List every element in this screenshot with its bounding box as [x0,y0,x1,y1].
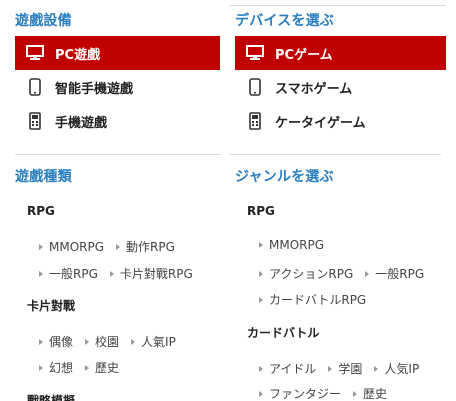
tag-idol[interactable]: アイドル [259,360,316,377]
tag-label: 幻想 [49,361,74,375]
tag-row: 一般RPG 卡片對戰RPG [39,265,205,282]
caret-icon [328,365,333,372]
device-label: PC遊戲 [55,47,101,63]
tag-label: カードバトルRPG [269,293,367,307]
device-item-feature-phone[interactable]: 手機遊戲 [15,104,220,138]
smartphone-icon [241,78,269,96]
caret-icon [353,390,358,397]
caret-icon [374,365,379,372]
tag-general-rpg[interactable]: 一般RPG [39,265,98,282]
category-card-battle[interactable]: カードバトル [247,324,319,341]
caret-icon [109,270,114,277]
tag-action-rpg[interactable]: アクションRPG [259,265,353,282]
feature-phone-icon [241,112,269,130]
device-label: PCゲーム [275,47,333,63]
tag-card-battle-rpg[interactable]: カードバトルRPG [259,291,366,308]
section-divider [230,154,441,155]
monitor-icon [241,45,269,61]
tag-row: MMORPG [259,238,336,252]
tag-label: 偶像 [49,335,74,349]
tag-popular-ip[interactable]: 人気IP [374,360,419,377]
tag-row: カードバトルRPG [259,291,378,308]
tag-label: 人氣IP [141,335,176,349]
tag-school[interactable]: 校園 [85,333,119,350]
device-section-title: デバイスを選ぶ [235,13,334,29]
tag-mmorpg[interactable]: MMORPG [259,238,324,252]
tag-label: 歷史 [95,361,120,375]
device-item-pc[interactable]: PCゲーム [235,36,446,70]
caret-icon [39,338,43,345]
device-list: PCゲーム スマホゲーム ケータイゲーム [235,36,446,138]
tag-label: 動作RPG [126,240,175,254]
tag-row: 偶像 校園 人氣IP [39,333,188,350]
device-label: スマホゲーム [275,81,353,97]
caret-icon [85,338,90,345]
tag-label: MMORPG [269,238,325,252]
genre-section-title: ジャンルを選ぶ [235,169,334,185]
tag-row: アクションRPG 一般RPG [259,265,436,282]
caret-icon [131,338,136,345]
tag-idol[interactable]: 偶像 [39,333,73,350]
smartphone-icon [21,78,49,96]
tag-label: 卡片對戰RPG [119,267,193,281]
caret-icon [116,243,121,250]
device-item-feature-phone[interactable]: ケータイゲーム [235,104,446,138]
caret-icon [259,270,263,277]
tag-label: 歴史 [363,387,388,401]
tag-history[interactable]: 歴史 [353,385,387,401]
device-list: PC遊戲 智能手機遊戲 手機遊戲 [15,36,220,138]
tag-label: MMORPG [49,239,105,254]
caret-icon [259,390,263,397]
category-rpg[interactable]: RPG [247,204,275,218]
device-item-smartphone[interactable]: スマホゲーム [235,70,446,104]
caret-icon [85,364,90,371]
tag-fantasy[interactable]: 幻想 [39,359,73,376]
caret-icon [259,365,263,372]
caret-icon [259,242,263,248]
tag-mmorpg[interactable]: MMORPG [39,240,104,254]
tag-row: ファンタジー 歴史 [259,385,399,401]
tag-action-rpg[interactable]: 動作RPG [116,238,175,255]
section-divider [15,154,220,155]
tag-popular-ip[interactable]: 人氣IP [131,333,176,350]
feature-phone-icon [21,112,49,130]
tag-general-rpg[interactable]: 一般RPG [365,265,424,282]
tag-card-battle-rpg[interactable]: 卡片對戰RPG [109,265,193,282]
tag-fantasy[interactable]: ファンタジー [259,385,341,401]
category-rpg[interactable]: RPG [27,204,55,218]
tag-label: アクションRPG [269,267,354,281]
device-section-title: 遊戲設備 [15,13,72,29]
caret-icon [365,270,370,277]
caret-icon [39,270,43,277]
tag-label: ファンタジー [269,387,342,401]
device-label: 智能手機遊戲 [55,81,134,97]
caret-icon [259,296,263,303]
left-column: 遊戲設備 PC遊戲 智能手機遊戲 手機遊戲 遊戲種類 RPG MMORPG 動作… [15,0,220,401]
device-label: ケータイゲーム [275,115,366,131]
caret-icon [39,243,43,250]
tag-label: アイドル [269,362,317,376]
device-label: 手機遊戲 [55,115,108,131]
tag-label: 学園 [338,362,363,376]
caret-icon [39,364,43,371]
tag-label: 一般RPG [49,267,98,281]
tag-row: 幻想 歷史 [39,359,131,376]
page-root: 遊戲設備 PC遊戲 智能手機遊戲 手機遊戲 遊戲種類 RPG MMORPG 動作… [0,0,456,401]
tag-label: 人気IP [384,362,420,376]
right-column: デバイスを選ぶ PCゲーム スマホゲーム ケータイゲーム ジャンルを選ぶ RPG… [230,0,446,401]
tag-row: MMORPG 動作RPG [39,238,187,255]
tag-row: アイドル 学園 人気IP [259,360,431,377]
category-card-battle[interactable]: 卡片對戰 [27,297,75,314]
genre-section-title: 遊戲種類 [15,169,72,185]
device-item-pc[interactable]: PC遊戲 [15,36,220,70]
tag-history[interactable]: 歷史 [85,359,119,376]
monitor-icon [21,45,49,61]
category-strategy-partial[interactable]: 戰略模擬 [27,392,75,401]
tag-label: 一般RPG [375,267,425,281]
device-item-smartphone[interactable]: 智能手機遊戲 [15,70,220,104]
tag-school[interactable]: 学園 [328,360,362,377]
tag-label: 校園 [95,335,120,349]
